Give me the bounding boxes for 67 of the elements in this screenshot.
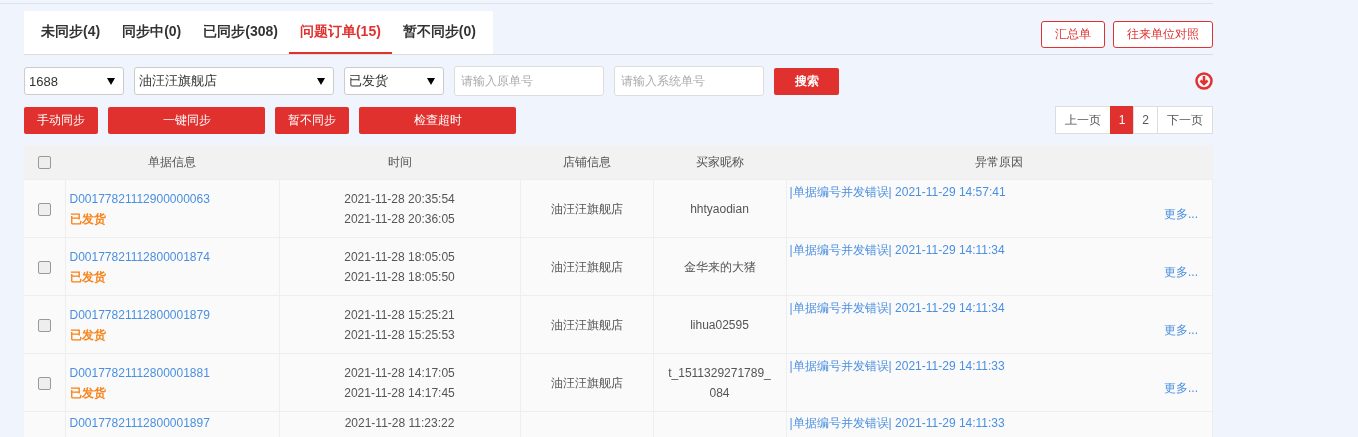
search-button[interactable]: 搜索 xyxy=(774,67,839,95)
more-link[interactable]: 更多... xyxy=(789,380,1198,396)
more-link[interactable]: 更多... xyxy=(789,206,1198,222)
order-time: 2021-11-28 11:23:22 xyxy=(343,415,456,431)
next-page-button[interactable]: 下一页 xyxy=(1157,106,1213,134)
order-status: 已发货 xyxy=(69,384,107,402)
shop-name: 油汪汪旗舰店 xyxy=(550,259,623,274)
action-button[interactable]: 暂不同步 xyxy=(275,106,349,134)
order-time: 2021-11-28 14:17:05 xyxy=(343,364,456,382)
buyer-nickname: hhtyaodian xyxy=(689,200,750,218)
error-reason-link[interactable]: |单据编号并发错误| 2021-11-29 14:11:33 xyxy=(789,358,1198,374)
download-icon[interactable] xyxy=(1195,72,1213,90)
more-link[interactable]: 更多... xyxy=(789,264,1198,280)
platform-select[interactable]: 1688 xyxy=(24,67,124,95)
action-button[interactable]: 手动同步 xyxy=(24,106,98,134)
tab[interactable]: 未同步(4) xyxy=(30,11,112,54)
tab[interactable]: 暂不同步(0) xyxy=(391,11,487,54)
order-number-link[interactable]: D00177821112900000063 xyxy=(69,188,279,209)
error-reason-link[interactable]: |单据编号并发错误| 2021-11-29 14:11:34 xyxy=(789,300,1198,316)
order-number-link[interactable]: D00177821112800001874 xyxy=(69,246,279,267)
order-time: 2021-11-28 18:05:50 xyxy=(343,268,456,286)
column-header: 单据信息 xyxy=(148,154,196,169)
original-number-field[interactable]: 请输入原单号 xyxy=(454,66,604,96)
more-link[interactable]: 更多... xyxy=(789,322,1198,338)
tab[interactable]: 同步中(0) xyxy=(111,11,193,54)
buyer-nickname: 金华来的大猪 xyxy=(682,258,757,276)
row-checkbox[interactable] xyxy=(37,376,51,390)
order-time: 2021-11-28 14:17:45 xyxy=(343,384,456,402)
error-reason-link[interactable]: |单据编号并发错误| 2021-11-29 14:11:34 xyxy=(789,242,1198,258)
order-time: 2021-11-28 20:35:54 xyxy=(343,190,456,208)
error-reason-link[interactable]: |单据编号并发错误| 2021-11-29 14:57:41 xyxy=(789,184,1198,200)
shop-select[interactable]: 油汪汪旗舰店 xyxy=(134,67,334,95)
system-number-field[interactable]: 请输入系统单号 xyxy=(614,66,764,96)
tab[interactable]: 问题订单(15) xyxy=(288,11,392,54)
order-status: 已发货 xyxy=(69,326,107,344)
order-number-link[interactable]: D00177821112800001881 xyxy=(69,362,279,383)
action-button[interactable]: 检查超时 xyxy=(359,106,516,134)
caret-icon xyxy=(317,77,325,85)
row-checkbox[interactable] xyxy=(37,202,51,216)
shop-name: 油汪汪旗舰店 xyxy=(550,375,623,390)
row-checkbox[interactable] xyxy=(37,260,51,274)
order-time: 2021-11-28 15:25:21 xyxy=(343,306,456,324)
shop-name: 油汪汪旗舰店 xyxy=(550,201,623,216)
buyer-nickname: t_1511329271789_084 xyxy=(667,364,772,402)
order-time: 2021-11-28 15:25:53 xyxy=(343,326,456,344)
order-status: 已发货 xyxy=(69,210,107,228)
column-header: 异常原因 xyxy=(975,154,1024,169)
outline-button[interactable]: 汇总单 xyxy=(1041,21,1105,48)
tab[interactable]: 已同步(308) xyxy=(192,11,289,54)
outline-button[interactable]: 往来单位对照 xyxy=(1113,21,1213,48)
row-checkbox[interactable] xyxy=(37,318,51,332)
column-header: 时间 xyxy=(387,154,412,169)
column-header: 店铺信息 xyxy=(562,154,611,169)
caret-icon xyxy=(427,77,435,85)
shop-name: 油汪汪旗舰店 xyxy=(550,317,623,332)
buyer-nickname: lihua02595 xyxy=(689,316,750,334)
action-button[interactable]: 一键同步 xyxy=(108,106,265,134)
order-status: 已发货 xyxy=(69,268,107,286)
column-header: 买家昵称 xyxy=(695,154,744,169)
caret-icon xyxy=(107,77,115,85)
previous-page-button[interactable]: 上一页 xyxy=(1054,106,1111,134)
status-select[interactable]: 已发货 xyxy=(344,67,444,95)
order-time: 2021-11-28 18:05:05 xyxy=(343,248,456,266)
page-button[interactable]: 2 xyxy=(1133,106,1158,134)
order-number-link[interactable]: D00177821112800001879 xyxy=(69,304,279,325)
select-all-checkbox[interactable] xyxy=(38,156,51,170)
order-time: 2021-11-28 20:36:05 xyxy=(343,210,456,228)
